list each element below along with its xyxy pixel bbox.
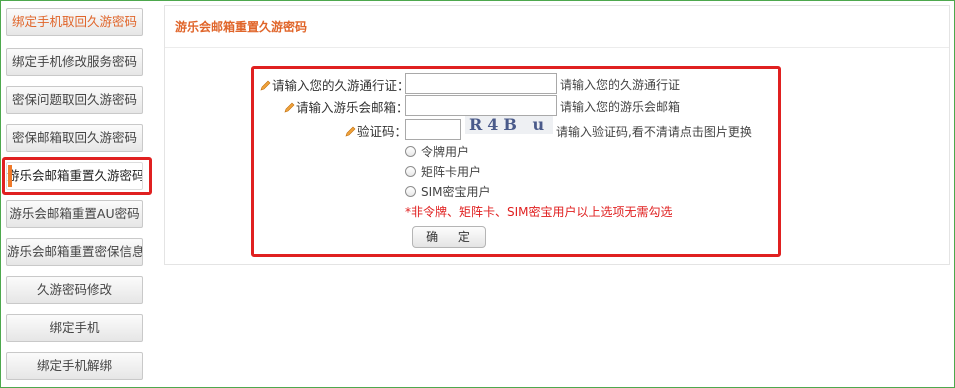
captcha-hint: 请输入验证码,看不清请点击图片更换 <box>556 125 752 139</box>
email-hint: 请输入您的游乐会邮箱 <box>560 100 681 114</box>
page-title: 游乐会邮箱重置久游密码 <box>175 20 308 34</box>
sidebar-item-security-question-retrieve[interactable]: 密保问题取回久游密码 <box>6 86 143 114</box>
radio-button[interactable] <box>405 146 416 157</box>
active-item-highlight <box>2 157 152 195</box>
option-token-user[interactable]: 令牌用户 <box>405 143 469 160</box>
email-input[interactable] <box>405 95 557 116</box>
pencil-icon <box>345 126 356 137</box>
option-label: 矩阵卡用户 <box>421 165 482 179</box>
sidebar-item-phone-change-service-password[interactable]: 绑定手机修改服务密码 <box>6 48 143 76</box>
radio-button[interactable] <box>405 186 416 197</box>
panel-header: 游乐会邮箱重置久游密码 <box>165 6 949 48</box>
sidebar-item-unbind-phone[interactable]: 绑定手机解绑 <box>6 352 143 380</box>
account-label-row: 请输入您的久游通行证： <box>260 75 410 94</box>
sidebar-item-phone-retrieve-password[interactable]: 绑定手机取回久游密码 <box>6 8 143 36</box>
option-label: SIM密宝用户 <box>421 185 491 199</box>
account-label: 请输入您的久游通行证： <box>272 78 410 93</box>
account-input[interactable] <box>405 73 557 94</box>
options-note: *非令牌、矩阵卡、SIM密宝用户以上选项无需勾选 <box>405 205 673 219</box>
email-label-row: 请输入游乐会邮箱： <box>284 97 409 116</box>
sidebar-item-change-password[interactable]: 久游密码修改 <box>6 276 143 304</box>
radio-button[interactable] <box>405 166 416 177</box>
captcha-input[interactable] <box>405 119 461 140</box>
captcha-image[interactable]: R4B u <box>465 116 553 134</box>
account-hint: 请输入您的久游通行证 <box>560 78 681 92</box>
sidebar-item-security-email-retrieve[interactable]: 密保邮箱取回久游密码 <box>6 124 143 152</box>
captcha-label: 验证码： <box>357 124 408 139</box>
confirm-button[interactable]: 确 定 <box>412 226 486 248</box>
pencil-icon <box>260 80 271 91</box>
email-label: 请输入游乐会邮箱： <box>296 100 409 115</box>
option-matrix-card-user[interactable]: 矩阵卡用户 <box>405 163 481 180</box>
captcha-label-row: 验证码： <box>345 121 407 140</box>
sidebar-item-bind-phone[interactable]: 绑定手机 <box>6 314 143 342</box>
option-sim-user[interactable]: SIM密宝用户 <box>405 183 491 200</box>
pencil-icon <box>284 102 295 113</box>
sidebar-item-email-reset-security-info[interactable]: 游乐会邮箱重置密保信息 <box>6 238 143 266</box>
sidebar-item-email-reset-au-password[interactable]: 游乐会邮箱重置AU密码 <box>6 200 143 228</box>
option-label: 令牌用户 <box>421 145 470 159</box>
